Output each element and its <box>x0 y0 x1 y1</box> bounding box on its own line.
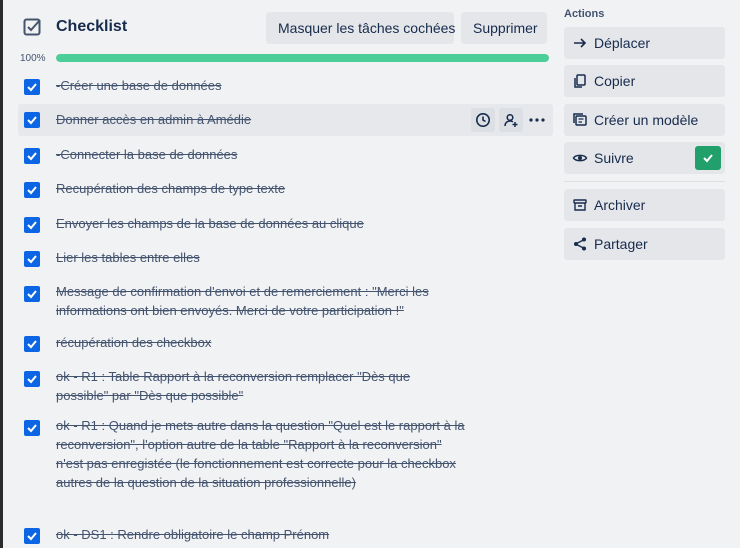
checklist-item[interactable]: ok - R1 : Quand je mets autre dans la qu… <box>18 415 553 515</box>
checklist-item[interactable]: Envoyer les champs de la base de données… <box>18 213 553 237</box>
checkmark-icon <box>27 424 37 433</box>
checkmark-icon <box>27 290 37 299</box>
archive-button[interactable]: Archiver <box>564 189 725 221</box>
checkbox[interactable] <box>24 420 40 436</box>
move-button[interactable]: Déplacer <box>564 27 725 59</box>
checklist-item-text[interactable]: Recupération des champs de type texte <box>56 179 466 198</box>
sidebar-divider <box>564 181 725 182</box>
template-icon <box>573 113 587 126</box>
checklist-icon <box>23 18 41 36</box>
checkmark-icon <box>27 532 37 541</box>
copy-button[interactable]: Copier <box>564 65 725 97</box>
checklist-item[interactable]: ok - DS1 : Rendre obligatoire le champ P… <box>18 524 553 548</box>
checklist-item-text[interactable]: Envoyer les champs de la base de données… <box>56 214 466 233</box>
checklist-item-text[interactable]: Lier les tables entre elles <box>56 248 466 267</box>
progress-bar <box>56 54 549 62</box>
checklist-item-text[interactable]: -Créer une base de données <box>56 76 466 95</box>
checklist-item-text[interactable]: ok - R1 : Quand je mets autre dans la qu… <box>56 416 466 492</box>
progress-percentage: 100% <box>20 53 46 64</box>
create-template-label: Créer un modèle <box>594 112 699 128</box>
share-label: Partager <box>594 236 648 252</box>
checklist-item[interactable]: Lier les tables entre elles <box>18 247 553 271</box>
checklist-item[interactable]: récupération des checkbox <box>18 332 553 356</box>
checklist-panel: Checklist Masquer les tâches cochées Sup… <box>18 0 553 548</box>
hide-checked-button[interactable]: Masquer les tâches cochées <box>266 12 455 44</box>
checkmark-icon <box>27 186 37 195</box>
checkmark-icon <box>27 83 37 92</box>
checklist-header: Checklist Masquer les tâches cochées Sup… <box>18 12 553 44</box>
checkmark-icon <box>27 255 37 264</box>
actions-heading: Actions <box>564 8 605 20</box>
progress-bar-fill <box>56 54 549 62</box>
checklist-item-text[interactable]: Donner accès en admin à Amédie <box>56 110 466 129</box>
delete-checklist-button[interactable]: Supprimer <box>461 12 547 44</box>
watch-label: Suivre <box>594 150 634 166</box>
checkbox[interactable] <box>24 79 40 95</box>
checklist-item[interactable]: Donner accès en admin à Amédie <box>18 104 553 136</box>
watch-button[interactable]: Suivre <box>564 142 725 174</box>
more-icon[interactable] <box>526 108 548 132</box>
checklist-item-text[interactable]: -Connecter la base de données <box>56 145 466 164</box>
checkbox[interactable] <box>24 371 40 387</box>
checkmark-icon <box>27 340 37 349</box>
arrow-right-icon <box>574 38 587 48</box>
checkmark-icon <box>27 221 37 230</box>
checklist-item-text[interactable]: Message de confirmation d'envoi et de re… <box>56 282 466 320</box>
checkbox[interactable] <box>24 528 40 544</box>
actions-sidebar: Actions Déplacer Copier Créer un modèle … <box>564 0 726 548</box>
checkbox[interactable] <box>24 336 40 352</box>
archive-label: Archiver <box>594 197 646 213</box>
checkbox[interactable] <box>24 182 40 198</box>
checklist-title: Checklist <box>56 18 128 35</box>
eye-icon <box>572 154 588 162</box>
checklist-item-text[interactable]: ok - DS1 : Rendre obligatoire le champ P… <box>56 525 466 544</box>
checklist-item[interactable]: -Connecter la base de données <box>18 144 553 168</box>
checkbox[interactable] <box>24 286 40 302</box>
checklist-item[interactable]: Message de confirmation d'envoi et de re… <box>18 281 553 323</box>
move-label: Déplacer <box>594 35 651 51</box>
checkbox[interactable] <box>24 112 40 128</box>
checklist-item[interactable]: Recupération des champs de type texte <box>18 178 553 202</box>
checkmark-icon <box>27 375 37 384</box>
archive-icon <box>573 199 587 211</box>
checklist-item-text[interactable]: ok - R1 : Table Rapport à la reconversio… <box>56 367 466 405</box>
share-button[interactable]: Partager <box>564 228 725 260</box>
checkbox[interactable] <box>24 148 40 164</box>
share-icon <box>574 237 586 251</box>
watching-checkmark-icon <box>695 146 721 170</box>
checkmark-icon <box>27 152 37 161</box>
checkmark-icon <box>27 116 37 125</box>
window-edge <box>0 0 3 548</box>
checklist-item[interactable]: -Créer une base de données <box>18 74 553 98</box>
copy-label: Copier <box>594 73 636 89</box>
checklist-item-text[interactable]: récupération des checkbox <box>56 333 466 352</box>
due-date-clock-icon[interactable] <box>471 108 495 132</box>
checkbox[interactable] <box>24 217 40 233</box>
create-template-button[interactable]: Créer un modèle <box>564 104 725 136</box>
assign-member-icon[interactable] <box>499 108 523 132</box>
copy-icon <box>574 74 586 88</box>
checkbox[interactable] <box>24 251 40 267</box>
checklist-item[interactable]: ok - R1 : Table Rapport à la reconversio… <box>18 366 553 408</box>
